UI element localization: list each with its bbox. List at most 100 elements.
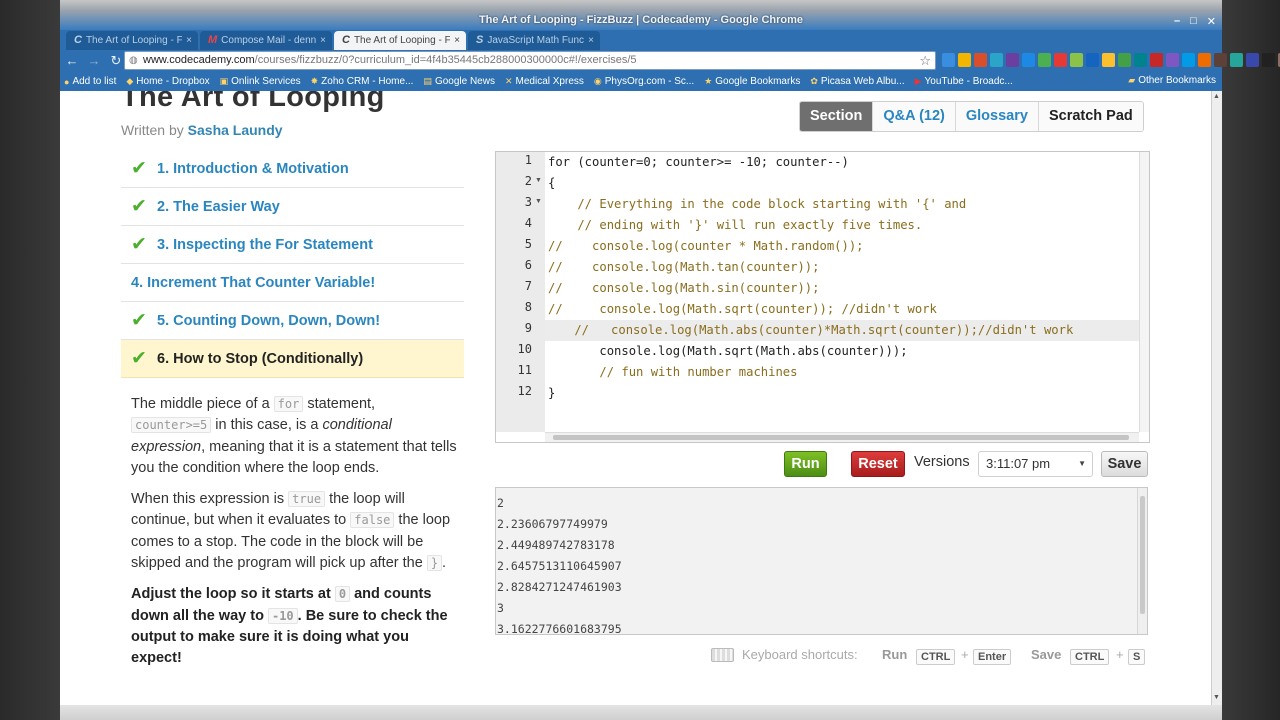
checkmark-icon: ✔ bbox=[131, 348, 147, 369]
extension-icon[interactable] bbox=[1262, 53, 1275, 67]
browser-tab[interactable]: S JavaScript Math Functi... × bbox=[468, 31, 600, 50]
extension-icon[interactable] bbox=[1038, 53, 1051, 67]
close-window-button[interactable]: ✕ bbox=[1207, 15, 1216, 28]
editor-vertical-scrollbar[interactable] bbox=[1139, 152, 1149, 432]
code-line-active: // console.log(Math.abs(counter)*Math.sq… bbox=[545, 320, 1141, 341]
close-icon[interactable]: × bbox=[454, 31, 460, 50]
versions-select[interactable]: 3:11:07 pm ▼ bbox=[978, 451, 1093, 477]
exercise-item[interactable]: ✔ 5. Counting Down, Down, Down! bbox=[121, 302, 464, 340]
exercise-item[interactable]: ✔ 3. Inspecting the For Statement bbox=[121, 226, 464, 264]
inline-code: true bbox=[288, 491, 326, 508]
extension-icon[interactable] bbox=[1022, 53, 1035, 67]
back-arrow-icon[interactable]: ← bbox=[64, 53, 80, 68]
extension-icon[interactable] bbox=[1166, 53, 1179, 67]
extension-icon[interactable] bbox=[1118, 53, 1131, 67]
exercise-label: 1. Introduction & Motivation bbox=[157, 160, 349, 177]
extension-icon[interactable] bbox=[974, 53, 987, 67]
desktop-right-edge bbox=[1222, 0, 1280, 720]
extension-icon[interactable] bbox=[1182, 53, 1195, 67]
extension-icon[interactable] bbox=[1134, 53, 1147, 67]
bookmark-item[interactable]: ▶ YouTube - Broadc... bbox=[915, 76, 1013, 87]
scrollbar-thumb[interactable] bbox=[1140, 496, 1145, 614]
close-icon[interactable]: × bbox=[588, 31, 594, 50]
checkmark-icon: ✔ bbox=[131, 196, 147, 217]
close-icon[interactable]: × bbox=[320, 31, 326, 50]
extension-icon[interactable] bbox=[1150, 53, 1163, 67]
key-enter: Enter bbox=[973, 649, 1012, 665]
output-line: 2.8284271247461903 bbox=[497, 580, 622, 594]
extension-icon[interactable] bbox=[958, 53, 971, 67]
desktop-left-edge bbox=[0, 0, 60, 720]
scroll-up-icon[interactable]: ▲ bbox=[1213, 93, 1220, 100]
extension-icon[interactable] bbox=[1214, 53, 1227, 67]
bookmark-icon: ✸ bbox=[310, 76, 319, 86]
title-bar: The Art of Looping - FizzBuzz | Codecade… bbox=[60, 0, 1222, 30]
author-link[interactable]: Sasha Laundy bbox=[188, 122, 283, 138]
browser-tab[interactable]: C The Art of Looping - Fizz... × bbox=[66, 31, 198, 50]
extension-icon[interactable] bbox=[942, 53, 955, 67]
console-output[interactable]: 2 2.23606797749979 2.449489742783178 2.6… bbox=[495, 487, 1148, 635]
extension-icon[interactable] bbox=[1198, 53, 1211, 67]
exercise-item[interactable]: 4. Increment That Counter Variable! bbox=[121, 264, 464, 302]
extension-icon[interactable] bbox=[990, 53, 1003, 67]
bookmark-item[interactable]: ★ Google Bookmarks bbox=[704, 76, 800, 87]
code-area[interactable]: for (counter=0; counter>= -10; counter--… bbox=[545, 152, 1141, 432]
browser-tab[interactable]: M Compose Mail - dennis... × bbox=[200, 31, 332, 50]
minimize-button[interactable]: – bbox=[1174, 15, 1180, 28]
output-line: 2.449489742783178 bbox=[497, 538, 615, 552]
exercise-item[interactable]: ✔ 2. The Easier Way bbox=[121, 188, 464, 226]
extension-icon[interactable] bbox=[1230, 53, 1243, 67]
save-button[interactable]: Save bbox=[1101, 451, 1148, 477]
bookmark-item[interactable]: ◆ Home - Dropbox bbox=[126, 76, 209, 87]
gmail-favicon-icon: M bbox=[208, 34, 218, 46]
exercise-item-current[interactable]: ✔ 6. How to Stop (Conditionally) bbox=[121, 340, 464, 378]
extension-icon[interactable] bbox=[1246, 53, 1259, 67]
key-ctrl: CTRL bbox=[916, 649, 956, 665]
bookmark-item[interactable]: ● Add to list bbox=[64, 76, 116, 87]
exercise-label: 3. Inspecting the For Statement bbox=[157, 236, 373, 253]
page-vertical-scrollbar[interactable]: ▲ ▼ bbox=[1211, 91, 1222, 705]
bookmark-star-icon[interactable]: ☆ bbox=[919, 52, 931, 69]
maximize-button[interactable]: □ bbox=[1190, 15, 1197, 28]
code-editor[interactable]: 1 2 ▼ 3 ▼ 4 5 6 7 8 9 10 11 12 for (coun… bbox=[495, 151, 1150, 443]
fold-arrow-icon[interactable]: ▼ bbox=[535, 177, 542, 184]
code-line: // ending with '}' will run exactly five… bbox=[548, 218, 923, 232]
bookmark-item[interactable]: ◉ PhysOrg.com - Sc... bbox=[594, 76, 694, 87]
bookmark-item[interactable]: ✿ Picasa Web Albu... bbox=[810, 76, 904, 87]
extension-icon[interactable] bbox=[1102, 53, 1115, 67]
bookmark-item[interactable]: ▣ Onlink Services bbox=[220, 76, 301, 87]
bookmark-item[interactable]: ✕ Medical Xpress bbox=[505, 76, 584, 87]
nav-toolbar: ← → ↻ ◍ www.codecademy.com/courses/fizzb… bbox=[60, 50, 1280, 71]
fold-arrow-icon[interactable]: ▼ bbox=[535, 198, 542, 205]
address-bar[interactable]: ◍ www.codecademy.com/courses/fizzbuzz/0?… bbox=[124, 51, 936, 70]
line-number: 4 bbox=[524, 216, 532, 230]
extension-icon[interactable] bbox=[1086, 53, 1099, 67]
editor-horizontal-scrollbar[interactable] bbox=[545, 432, 1139, 442]
reload-icon[interactable]: ↻ bbox=[108, 53, 124, 69]
tab-qa[interactable]: Q&A (12) bbox=[872, 102, 955, 131]
console-scrollbar[interactable] bbox=[1137, 488, 1147, 634]
inline-code: counter>=5 bbox=[131, 417, 212, 434]
tab-glossary[interactable]: Glossary bbox=[954, 102, 1038, 131]
scrollbar-thumb[interactable] bbox=[553, 435, 1129, 440]
scroll-down-icon[interactable]: ▼ bbox=[1213, 694, 1220, 701]
tab-section[interactable]: Section bbox=[800, 102, 873, 131]
extension-icon[interactable] bbox=[1006, 53, 1019, 67]
checkmark-icon: ✔ bbox=[131, 158, 147, 179]
browser-tab-active[interactable]: C The Art of Looping - Fizz... × bbox=[334, 31, 466, 50]
other-bookmarks[interactable]: ▰ Other Bookmarks bbox=[1128, 75, 1216, 86]
close-icon[interactable]: × bbox=[186, 31, 192, 50]
tab-scratch-pad[interactable]: Scratch Pad bbox=[1037, 102, 1143, 131]
extension-icon[interactable] bbox=[1054, 53, 1067, 67]
run-button[interactable]: Run bbox=[784, 451, 827, 477]
bookmark-item[interactable]: ▤ Google News bbox=[423, 76, 495, 87]
exercise-item[interactable]: ✔ 1. Introduction & Motivation bbox=[121, 150, 464, 188]
browser-chrome: The Art of Looping - FizzBuzz | Codecade… bbox=[60, 0, 1280, 91]
bookmark-item[interactable]: ✸ Zoho CRM - Home... bbox=[311, 76, 414, 87]
output-line: 3 bbox=[497, 601, 504, 615]
page-favicon-icon: S bbox=[476, 34, 484, 46]
bookmark-icon: ★ bbox=[704, 76, 713, 86]
extension-icon[interactable] bbox=[1070, 53, 1083, 67]
forward-arrow-icon[interactable]: → bbox=[86, 53, 102, 68]
reset-button[interactable]: Reset bbox=[851, 451, 905, 477]
